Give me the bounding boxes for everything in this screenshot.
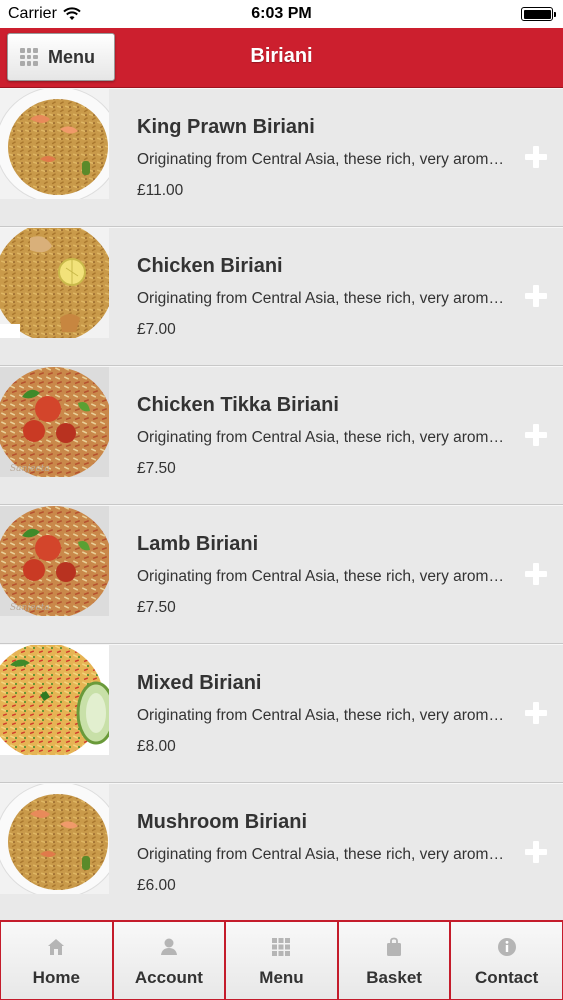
dish-description: Originating from Central Asia, these ric…	[137, 568, 507, 585]
menu-item[interactable]: Mixed Biriani Originating from Central A…	[0, 644, 563, 783]
dish-description: Originating from Central Asia, these ric…	[137, 151, 507, 168]
dish-name: Mixed Biriani	[137, 672, 262, 694]
grid-icon	[270, 936, 292, 958]
dish-image	[0, 228, 109, 338]
tab-basket[interactable]: Basket	[338, 922, 450, 999]
plus-icon[interactable]	[524, 701, 548, 725]
plus-icon[interactable]	[524, 145, 548, 169]
user-icon	[158, 936, 180, 958]
plus-icon[interactable]	[524, 562, 548, 586]
dish-price: £11.00	[137, 182, 184, 199]
battery-icon	[521, 7, 556, 21]
dish-price: £6.00	[137, 877, 176, 894]
tab-account[interactable]: Account	[113, 922, 225, 999]
dish-name: Lamb Biriani	[137, 533, 259, 555]
plus-icon[interactable]	[524, 423, 548, 447]
plus-icon[interactable]	[524, 284, 548, 308]
dish-image	[0, 784, 109, 894]
dish-image	[0, 89, 109, 199]
info-icon	[496, 936, 518, 958]
tab-label: Account	[134, 968, 203, 987]
dish-image: Sanjeeta	[0, 367, 109, 477]
tab-home[interactable]: Home	[1, 922, 112, 999]
status-bar: Carrier 6:03 PM	[0, 0, 563, 28]
tab-label: Menu	[259, 968, 304, 987]
dish-name: King Prawn Biriani	[137, 116, 315, 138]
dish-description: Originating from Central Asia, these ric…	[137, 290, 507, 307]
dish-price: £7.50	[137, 599, 176, 616]
dish-image	[0, 645, 109, 755]
svg-text:Sanjeeta: Sanjeeta	[10, 464, 50, 474]
tab-menu[interactable]: Menu	[226, 922, 337, 999]
dish-name: Chicken Biriani	[137, 255, 283, 277]
tab-label: Basket	[366, 968, 422, 987]
dish-price: £7.50	[137, 460, 176, 477]
bottom-tab-bar: Home Account Menu Basket Contact	[0, 920, 563, 1000]
dish-name: Chicken Tikka Biriani	[137, 394, 339, 416]
plus-icon[interactable]	[524, 840, 548, 864]
dish-price: £8.00	[137, 738, 176, 755]
tab-label: Contact	[475, 968, 539, 987]
page-title: Biriani	[250, 45, 313, 67]
dish-description: Originating from Central Asia, these ric…	[137, 846, 507, 863]
menu-item[interactable]: King Prawn Biriani Originating from Cent…	[0, 88, 563, 227]
app-header: Menu Biriani	[0, 28, 563, 88]
svg-text:Sanjeeta: Sanjeeta	[10, 603, 50, 613]
dish-description: Originating from Central Asia, these ric…	[137, 429, 507, 446]
menu-item-list: King Prawn Biriani Originating from Cent…	[0, 88, 563, 922]
home-icon	[45, 936, 67, 958]
menu-item[interactable]: Sanjeeta Lamb Biriani Originating from C…	[0, 505, 563, 644]
dish-image: Sanjeeta	[0, 506, 109, 616]
bag-icon	[383, 936, 405, 958]
menu-item[interactable]: Sanjeeta Chicken Tikka Biriani Originati…	[0, 366, 563, 505]
status-time: 6:03 PM	[251, 5, 312, 22]
dish-price: £7.00	[137, 321, 176, 338]
menu-item[interactable]: Chicken Biriani Originating from Central…	[0, 227, 563, 366]
dish-description: Originating from Central Asia, these ric…	[137, 707, 507, 724]
menu-item[interactable]: Mushroom Biriani Originating from Centra…	[0, 783, 563, 922]
tab-contact[interactable]: Contact	[451, 922, 562, 999]
tab-label: Home	[32, 968, 80, 987]
dish-name: Mushroom Biriani	[137, 811, 308, 833]
